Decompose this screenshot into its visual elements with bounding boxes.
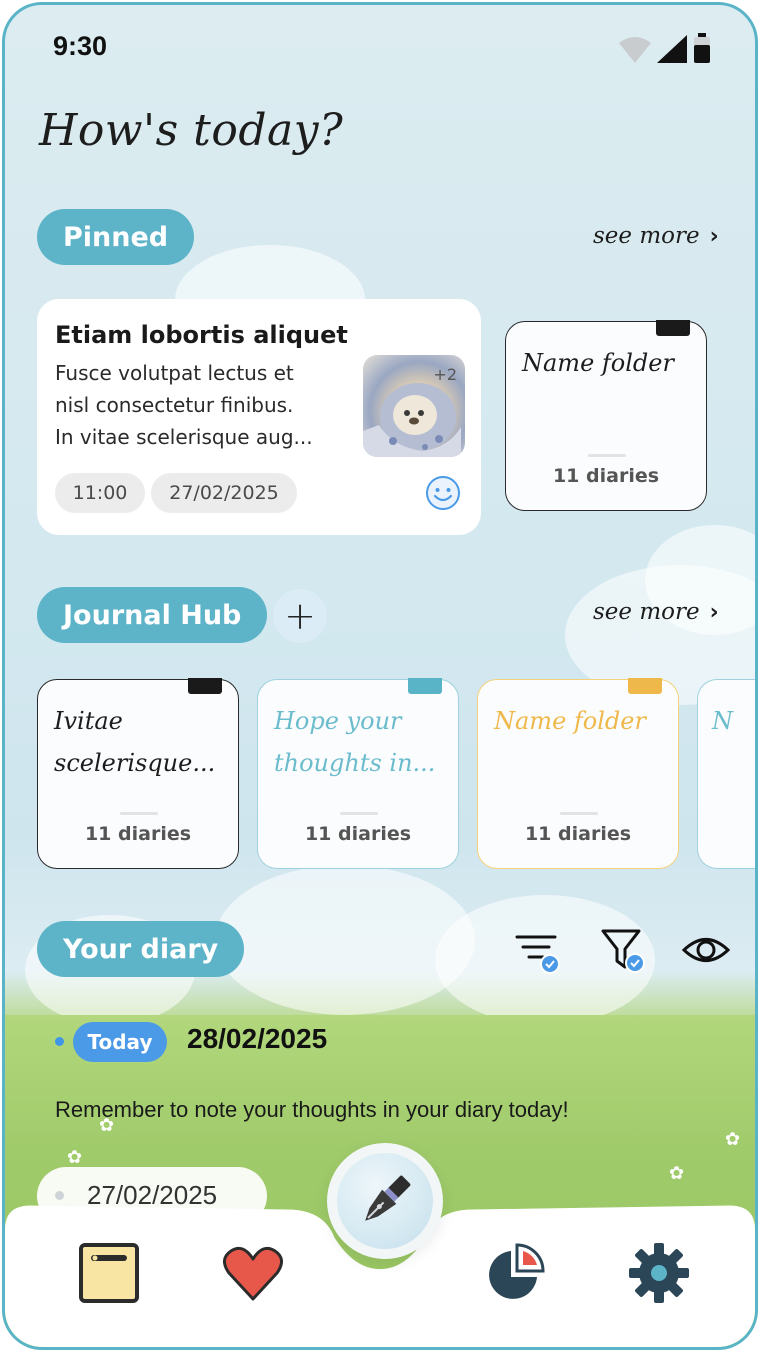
pinned-diary-card[interactable]: Etiam lobortis aliquet Fusce volutpat le… bbox=[37, 299, 481, 535]
write-entry-button[interactable] bbox=[327, 1143, 443, 1259]
excerpt-line: Fusce volutpat lectus et bbox=[55, 361, 294, 385]
folder-name-line: scelerisque... bbox=[54, 749, 216, 777]
chart-icon[interactable] bbox=[483, 1241, 547, 1305]
timeline-dot bbox=[55, 1191, 64, 1200]
folder-count: 11 diaries bbox=[304, 823, 412, 845]
write-entry-button-inner bbox=[337, 1153, 433, 1249]
journal-hub-see-more-link[interactable]: see more › bbox=[593, 599, 719, 625]
folder-tab bbox=[408, 678, 442, 694]
pinned-entry-excerpt: Fusce volutpat lectus et nisl consectetu… bbox=[55, 357, 345, 453]
pen-icon bbox=[365, 1175, 411, 1221]
today-date: 28/02/2025 bbox=[187, 1023, 328, 1054]
pinned-folder-card[interactable]: Name folder 11 diaries bbox=[505, 320, 707, 511]
folder-count: 11 diaries bbox=[84, 823, 192, 845]
diary-icon[interactable] bbox=[77, 1241, 141, 1305]
entry-photo-thumbnail[interactable]: +2 bbox=[363, 355, 465, 457]
pinned-entry-title: Etiam lobortis aliquet bbox=[55, 321, 348, 349]
folder-name-line: Ivitae bbox=[54, 707, 123, 735]
entry-time-chip: 11:00 bbox=[55, 473, 145, 513]
journal-folder-card[interactable]: Ivitae scelerisque... 11 diaries bbox=[37, 678, 239, 869]
folder-count: 11 diaries bbox=[524, 823, 632, 845]
excerpt-line: In vitae scelerisque aug... bbox=[55, 425, 313, 449]
status-bar: 9:30 bbox=[5, 5, 755, 85]
eye-icon[interactable] bbox=[681, 925, 731, 975]
journal-folder-card[interactable]: Name folder 11 diaries bbox=[477, 678, 679, 869]
chevron-right-icon: › bbox=[709, 599, 719, 625]
folder-name: Ivitae scelerisque... bbox=[54, 700, 224, 784]
see-more-label: see more bbox=[593, 223, 700, 249]
folder-divider bbox=[560, 812, 598, 815]
folder-name-line: thoughts in... bbox=[274, 749, 436, 777]
folder-count: 11 diaries bbox=[552, 465, 660, 487]
funnel-filter-icon[interactable] bbox=[597, 925, 647, 975]
excerpt-line: nisl consectetur finibus. bbox=[55, 393, 294, 417]
today-badge: Today bbox=[73, 1022, 167, 1062]
folder-divider bbox=[588, 454, 626, 457]
folder-name: Hope your thoughts in... bbox=[274, 700, 444, 784]
folder-tab bbox=[188, 678, 222, 694]
folder-name-line: Hope your bbox=[274, 707, 402, 735]
timeline-dot bbox=[55, 1037, 64, 1046]
flower-decoration: ✿ bbox=[67, 1147, 83, 1168]
folder-name: Name folder bbox=[522, 349, 674, 377]
journal-hub-section-label: Journal Hub bbox=[37, 587, 268, 643]
flower-decoration: ✿ bbox=[725, 1129, 741, 1150]
journal-folder-card-partial[interactable]: N bbox=[697, 679, 755, 869]
status-time: 9:30 bbox=[53, 31, 108, 61]
battery-icon bbox=[694, 33, 710, 63]
folder-divider bbox=[120, 812, 158, 815]
journal-folder-card[interactable]: Hope your thoughts in... 11 diaries bbox=[257, 678, 459, 869]
chevron-right-icon: › bbox=[709, 223, 719, 249]
status-icons bbox=[619, 33, 711, 63]
pinned-see-more-link[interactable]: see more › bbox=[593, 223, 719, 249]
sort-filter-icon[interactable] bbox=[513, 927, 563, 977]
heart-icon[interactable] bbox=[221, 1241, 285, 1305]
folder-name: N bbox=[712, 707, 733, 735]
entry-date-chip: 27/02/2025 bbox=[151, 473, 297, 513]
folder-name: Name folder bbox=[494, 700, 664, 742]
folder-tab bbox=[628, 678, 662, 694]
gear-icon[interactable] bbox=[627, 1241, 691, 1305]
mood-smile-icon[interactable] bbox=[425, 475, 461, 511]
folder-divider bbox=[340, 812, 378, 815]
flower-decoration: ✿ bbox=[669, 1163, 685, 1184]
add-journal-button[interactable]: + bbox=[273, 589, 327, 643]
wifi-icon bbox=[619, 37, 651, 63]
phone-frame: ✿ ✿ ✿ ✿ 9:30 How's today? Pinned see mor… bbox=[2, 2, 758, 1350]
signal-icon bbox=[657, 35, 687, 63]
your-diary-section-label: Your diary bbox=[37, 921, 245, 977]
folder-name-line: Name folder bbox=[494, 707, 646, 735]
diary-reminder-text: Remember to note your thoughts in your d… bbox=[55, 1097, 569, 1122]
folder-tab bbox=[656, 320, 690, 336]
see-more-label: see more bbox=[593, 599, 700, 625]
cloud bbox=[215, 865, 475, 1015]
pinned-section-label: Pinned bbox=[37, 209, 195, 265]
page-title: How's today? bbox=[39, 105, 344, 156]
more-photos-count: +2 bbox=[433, 365, 457, 384]
